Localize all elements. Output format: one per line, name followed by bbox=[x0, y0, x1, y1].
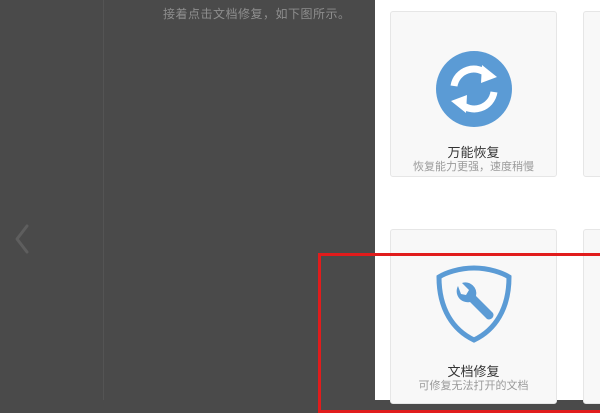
sync-arrows-icon bbox=[435, 50, 513, 132]
card-description: 可修复无法打开的文档 bbox=[418, 379, 529, 392]
partial-card[interactable] bbox=[583, 11, 600, 177]
document-repair-card[interactable]: 文档修复 可修复无法打开的文档 bbox=[390, 229, 557, 404]
shield-wrench-icon bbox=[435, 264, 513, 348]
universal-recovery-card[interactable]: 万能恢复 恢复能力更强，速度稍慢 bbox=[390, 11, 557, 177]
chevron-left-icon[interactable] bbox=[12, 222, 32, 256]
modal-overlay bbox=[0, 0, 375, 400]
panel-divider bbox=[103, 0, 104, 400]
card-description: 恢复能力更强，速度稍慢 bbox=[413, 160, 534, 173]
instruction-text: 接着点击文档修复，如下图所示。 bbox=[163, 7, 351, 21]
partial-card[interactable] bbox=[583, 229, 600, 404]
